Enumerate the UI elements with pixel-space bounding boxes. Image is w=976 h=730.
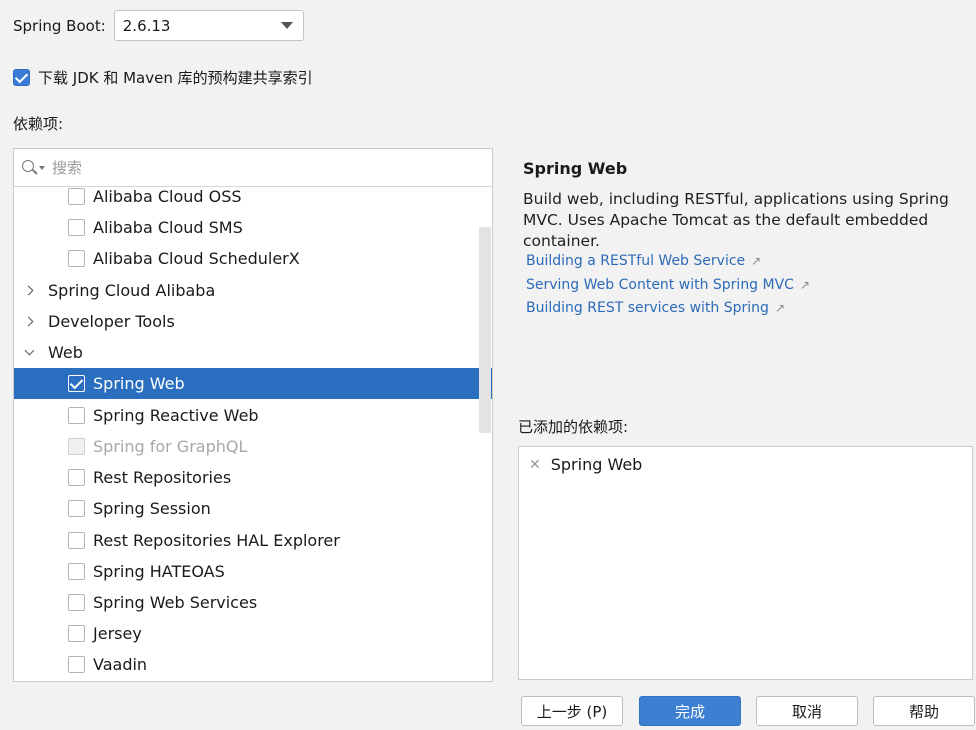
scrollbar-thumb[interactable]	[479, 227, 491, 433]
external-link-icon: ↗	[799, 278, 811, 292]
spring-boot-version-value: 2.6.13	[122, 16, 171, 35]
dependency-checkbox[interactable]	[68, 594, 85, 611]
tree-item-rest-repositories-hal-explorer[interactable]: Rest Repositories HAL Explorer	[14, 525, 480, 556]
tree-item-alibaba-cloud-sms[interactable]: Alibaba Cloud SMS	[14, 212, 480, 243]
dependency-label: Spring for GraphQL	[93, 437, 248, 456]
added-dependency-label: Spring Web	[550, 455, 643, 474]
detail-title: Spring Web	[523, 159, 628, 178]
dependency-label: Spring Reactive Web	[93, 406, 259, 425]
spring-boot-row: Spring Boot: 2.6.13	[13, 10, 304, 41]
dropdown-arrow-icon	[280, 22, 293, 29]
external-link-icon: ↗	[774, 301, 785, 315]
external-link-icon: ↗	[751, 254, 762, 268]
tree-group-spring-cloud-alibaba[interactable]: Spring Cloud Alibaba	[14, 275, 480, 306]
dependency-checkbox[interactable]	[68, 656, 85, 673]
dependency-label: Vaadin	[93, 655, 148, 674]
dependency-label: Spring Web	[93, 374, 185, 393]
dependency-checkbox[interactable]	[68, 469, 85, 486]
chevron-down-icon[interactable]	[24, 347, 36, 359]
finish-button[interactable]: 完成	[639, 696, 741, 726]
group-label: Spring Cloud Alibaba	[48, 281, 216, 300]
dependency-list-panel: Alibaba Cloud OSS Alibaba Cloud SMS Alib…	[13, 148, 493, 682]
tree-item-spring-web-services[interactable]: Spring Web Services	[14, 587, 480, 618]
dependency-checkbox[interactable]	[68, 250, 85, 267]
tree-item-vaadin[interactable]: Vaadin	[14, 649, 480, 680]
help-button[interactable]: 帮助	[873, 696, 975, 726]
guide-link-rest-services[interactable]: Building REST services with Spring ↗	[526, 300, 785, 316]
search-bar	[14, 149, 492, 187]
dependency-label: Rest Repositories	[93, 468, 232, 487]
dependency-checkbox[interactable]	[68, 532, 85, 549]
link-text[interactable]: Serving Web Content with Spring MVC	[526, 277, 794, 293]
remove-icon[interactable]: ✕	[529, 457, 541, 473]
spring-boot-version-select[interactable]: 2.6.13	[113, 10, 304, 41]
tree-item-spring-web[interactable]: Spring Web	[14, 368, 492, 399]
guide-link-web-content-mvc[interactable]: Serving Web Content with Spring MVC ↗	[526, 277, 810, 293]
jdk-index-checkbox[interactable]	[13, 69, 30, 86]
group-label: Developer Tools	[48, 312, 175, 331]
group-label: Web	[48, 343, 83, 362]
tree-item-alibaba-cloud-oss[interactable]: Alibaba Cloud OSS	[14, 187, 480, 212]
dependency-label: Rest Repositories HAL Explorer	[93, 531, 340, 550]
dependency-label: Alibaba Cloud OSS	[93, 187, 242, 206]
tree-item-jersey[interactable]: Jersey	[14, 618, 480, 649]
dependency-checkbox[interactable]	[68, 407, 85, 424]
dependency-checkbox[interactable]	[68, 500, 85, 517]
added-dependency-item: ✕ Spring Web	[529, 455, 642, 474]
tree-item-spring-hateoas[interactable]: Spring HATEOAS	[14, 556, 480, 587]
guide-link-restful-service[interactable]: Building a RESTful Web Service ↗	[526, 253, 761, 269]
previous-button[interactable]: 上一步 (P)	[521, 696, 623, 726]
jdk-index-option[interactable]: 下载 JDK 和 Maven 库的预构建共享索引	[13, 67, 313, 88]
dependency-label: Spring HATEOAS	[93, 562, 225, 581]
tree-group-developer-tools[interactable]: Developer Tools	[14, 306, 480, 337]
dependencies-heading: 依赖项:	[13, 115, 64, 133]
dependency-tree: Alibaba Cloud OSS Alibaba Cloud SMS Alib…	[14, 187, 492, 681]
tree-group-web[interactable]: Web	[14, 337, 480, 368]
scrollbar-track[interactable]	[478, 187, 492, 681]
tree-item-alibaba-cloud-schedulerx[interactable]: Alibaba Cloud SchedulerX	[14, 243, 480, 274]
jdk-index-label: 下载 JDK 和 Maven 库的预构建共享索引	[38, 69, 313, 87]
dependency-label: Spring Web Services	[93, 593, 258, 612]
dependency-label: Spring Session	[93, 499, 211, 518]
new-project-dependencies-dialog: Spring Boot: 2.6.13 下载 JDK 和 Maven 库的预构建…	[0, 0, 976, 730]
dependency-label: Alibaba Cloud SchedulerX	[93, 249, 300, 268]
dependency-checkbox[interactable]	[68, 375, 85, 392]
tree-item-spring-reactive-web[interactable]: Spring Reactive Web	[14, 400, 480, 431]
chevron-right-icon[interactable]	[24, 285, 36, 297]
dependency-checkbox	[68, 438, 85, 455]
detail-description: Build web, including RESTful, applicatio…	[523, 190, 949, 250]
search-input[interactable]	[52, 158, 452, 177]
dependency-checkbox[interactable]	[68, 188, 85, 205]
chevron-right-icon[interactable]	[24, 316, 36, 328]
dependency-checkbox[interactable]	[68, 625, 85, 642]
cancel-button[interactable]: 取消	[756, 696, 858, 726]
tree-item-spring-session[interactable]: Spring Session	[14, 493, 480, 524]
added-dependencies-heading: 已添加的依赖项:	[518, 418, 629, 436]
tree-item-spring-for-graphql: Spring for GraphQL	[14, 431, 480, 462]
dependency-checkbox[interactable]	[68, 219, 85, 236]
search-icon[interactable]	[22, 159, 45, 176]
dependency-label: Jersey	[93, 624, 142, 643]
link-text[interactable]: Building REST services with Spring	[526, 300, 769, 316]
dependency-checkbox[interactable]	[68, 563, 85, 580]
tree-item-rest-repositories[interactable]: Rest Repositories	[14, 462, 480, 493]
dependency-label: Alibaba Cloud SMS	[93, 218, 243, 237]
spring-boot-label: Spring Boot:	[13, 16, 106, 35]
added-dependencies-panel: ✕ Spring Web	[518, 446, 973, 680]
link-text[interactable]: Building a RESTful Web Service	[526, 253, 745, 269]
